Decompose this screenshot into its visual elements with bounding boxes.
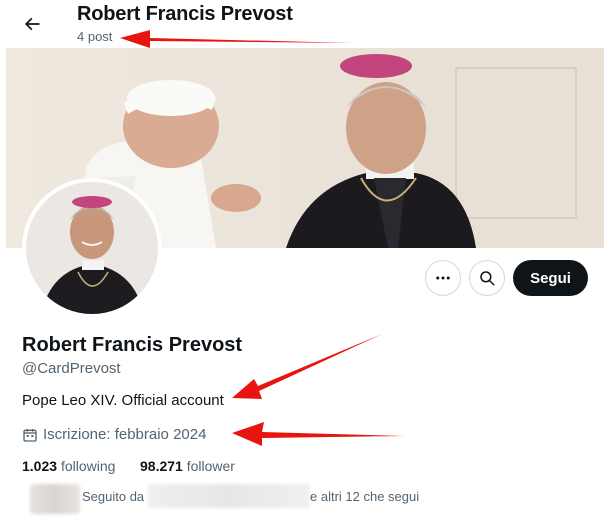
followed-by-suffix: e altri 12 che segui xyxy=(310,489,420,504)
following-count: 1.023 xyxy=(22,458,58,474)
profile-avatar[interactable] xyxy=(22,178,162,318)
followers-link[interactable]: 98.271 follower xyxy=(140,458,235,474)
followers-count: 98.271 xyxy=(140,458,183,474)
header-title: Robert Francis Prevost xyxy=(77,3,293,25)
followers-label: follower xyxy=(186,458,235,474)
calendar-icon xyxy=(23,428,37,442)
search-icon xyxy=(480,271,495,286)
display-name: Robert Francis Prevost xyxy=(22,334,243,356)
profile-stats: 1.023 following 98.271 follower xyxy=(22,458,235,474)
more-icon xyxy=(436,276,450,280)
back-arrow-icon xyxy=(24,17,40,31)
annotation-arrow-bio xyxy=(232,334,382,399)
annotation-arrow-joined xyxy=(232,422,404,446)
join-date-label: Iscrizione: febbraio 2024 xyxy=(43,426,207,443)
avatar-photo xyxy=(26,182,158,314)
post-count: 4 post xyxy=(77,29,113,44)
follower-names-blurred xyxy=(148,484,310,508)
follow-button[interactable]: Segui xyxy=(513,260,588,296)
profile-bio: Pope Leo XIV. Official account xyxy=(22,392,224,409)
followed-by-row[interactable]: Seguito da e altri 12 che segui xyxy=(22,484,442,514)
more-button[interactable] xyxy=(425,260,461,296)
following-link[interactable]: 1.023 following xyxy=(22,458,115,474)
join-date: Iscrizione: febbraio 2024 xyxy=(22,426,206,443)
user-handle: @CardPrevost xyxy=(22,360,121,377)
search-button[interactable] xyxy=(469,260,505,296)
following-label: following xyxy=(60,458,116,474)
back-button[interactable] xyxy=(16,8,48,40)
followed-by-prefix: Seguito da xyxy=(82,489,145,504)
follower-avatars-blurred xyxy=(30,484,80,514)
profile-header: Robert Francis Prevost 4 post xyxy=(0,0,611,48)
